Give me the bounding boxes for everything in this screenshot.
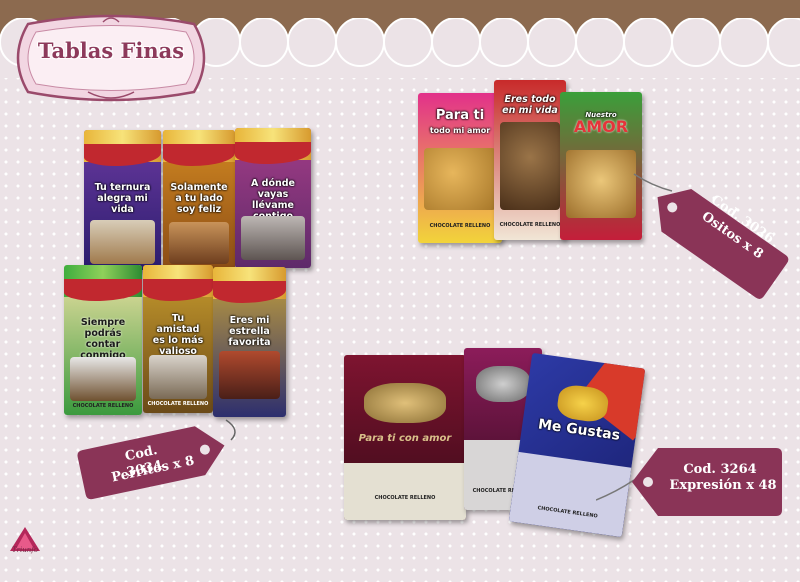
brand-name: Triunfo [11, 546, 39, 554]
bar-message: Para ti con amor [358, 433, 452, 444]
product-bar-perritos-5: Tu amistad es lo más valioso que tengo C… [143, 265, 213, 413]
dog-photo [70, 357, 136, 401]
tag-name: Expresión x 48 [669, 478, 777, 493]
product-bar-ositos-1: Para ti todo mi amor CHOCOLATE RELLENO [418, 93, 502, 243]
bear-photo [566, 150, 636, 218]
product-bar-perritos-3: A dónde vayas llévame contigo [235, 128, 311, 268]
bar-message: Para ti [435, 108, 485, 123]
bar-message: Siempre podrás contar conmigo [80, 317, 126, 361]
bar-label: CHOCOLATE RELLENO [429, 223, 491, 229]
bear-photo [500, 122, 560, 210]
product-bar-expresion-1: Para ti con amor CHOCOLATE RELLENO [344, 355, 466, 520]
product-bar-perritos-4: Siempre podrás contar conmigo CHOCOLATE … [64, 265, 142, 415]
dog-photo [90, 220, 155, 264]
bear-photo [424, 148, 496, 210]
bar-sub: todo mi amor [429, 126, 491, 135]
page-title: Tablas Finas [37, 38, 185, 63]
product-bar-perritos-1: Tu ternura alegra mi vida [84, 130, 161, 270]
bow-icon [476, 366, 530, 402]
dog-photo [219, 351, 280, 399]
bar-message: Tu ternura alegra mi vida [94, 182, 151, 215]
bar-message: Eres mi estrella favorita [228, 315, 271, 348]
bar-label: CHOCOLATE RELLENO [499, 222, 561, 228]
product-bar-ositos-2: Eres todo en mi vida CHOCOLATE RELLENO [494, 80, 566, 240]
bar-message: Solamente a tu lado soy feliz [170, 182, 228, 215]
dog-photo [149, 355, 207, 399]
bar-message: AMOR [573, 117, 629, 136]
tag-code: Cod. 3264 [683, 462, 757, 477]
product-bar-ositos-3: Nuestro AMOR [560, 92, 642, 240]
bar-message: Eres todo en mi vida [502, 94, 558, 116]
product-bar-perritos-6: Eres mi estrella favorita [213, 267, 286, 417]
bar-label: CHOCOLATE RELLENO [374, 495, 436, 501]
product-bar-perritos-2: Solamente a tu lado soy feliz [163, 130, 235, 270]
bow-icon [364, 383, 446, 423]
dog-photo [241, 216, 305, 260]
dog-photo [169, 222, 229, 264]
